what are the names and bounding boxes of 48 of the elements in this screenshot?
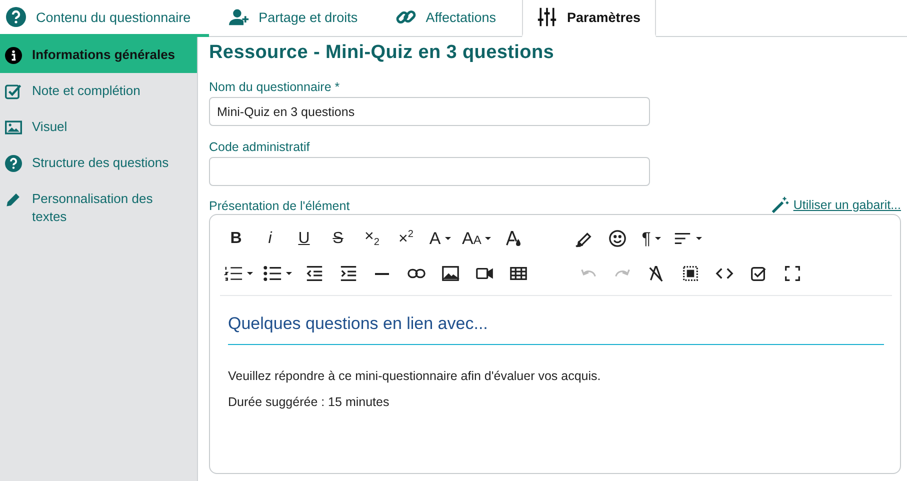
pencil-icon bbox=[5, 191, 22, 208]
ul-icon bbox=[263, 264, 282, 283]
fullscreen-icon bbox=[782, 264, 802, 283]
checkbox-icon bbox=[748, 264, 768, 283]
image-icon bbox=[5, 119, 22, 136]
page-title: Ressource - Mini-Quiz en 3 questions bbox=[209, 42, 556, 64]
sidebar-item[interactable]: Informations générales bbox=[0, 37, 197, 73]
question-icon bbox=[5, 155, 22, 172]
info-icon bbox=[5, 47, 22, 64]
tab[interactable]: Partage et droits bbox=[208, 0, 376, 37]
font-button[interactable]: A bbox=[424, 224, 456, 254]
sidebar-item[interactable]: Note et complétion bbox=[0, 73, 197, 109]
question-icon bbox=[6, 7, 26, 27]
selectall-icon bbox=[680, 264, 700, 283]
strike-button[interactable]: S bbox=[322, 224, 354, 254]
sliders-icon bbox=[536, 7, 557, 27]
outdent-icon bbox=[304, 264, 324, 283]
content-paragraph: Durée suggérée : 15 minutes bbox=[228, 395, 390, 409]
indent-icon bbox=[338, 264, 358, 283]
ol-icon bbox=[224, 264, 243, 283]
input-field[interactable] bbox=[209, 157, 650, 186]
tab[interactable]: Affectations bbox=[376, 0, 514, 37]
clear-icon bbox=[646, 264, 666, 283]
template-link[interactable]: Utiliser un gabarit... bbox=[771, 196, 901, 214]
image-icon bbox=[440, 264, 460, 283]
user-add-icon bbox=[228, 7, 249, 27]
input-field[interactable]: Mini-Quiz en 3 questions bbox=[209, 97, 650, 126]
magic-wand-icon bbox=[771, 196, 790, 214]
bold-button[interactable]: B bbox=[220, 224, 252, 254]
checkbox-icon bbox=[5, 83, 22, 100]
table-icon bbox=[508, 264, 528, 283]
content-heading: Quelques questions en lien avec... bbox=[228, 314, 884, 345]
paragraph-button[interactable]: ¶ bbox=[635, 224, 668, 254]
size-button[interactable]: AA bbox=[458, 224, 496, 254]
sup-button[interactable]: ×$^{2}$ bbox=[390, 224, 422, 254]
content-paragraph: Veuillez répondre à ce mini-questionnaire afin d'évaluer vos acquis. bbox=[228, 369, 602, 383]
underline-button[interactable]: U bbox=[288, 224, 320, 254]
sidebar-item[interactable]: Visuel bbox=[0, 109, 197, 145]
tab[interactable]: Paramètres bbox=[522, 0, 656, 37]
emoji-icon bbox=[608, 229, 627, 248]
field-label: Présentation de l'élément bbox=[209, 199, 350, 213]
sidebar-item[interactable]: Structure des questions bbox=[0, 145, 197, 181]
field-label: Code administratif bbox=[209, 140, 311, 154]
sub-button[interactable]: ×$_{2}$ bbox=[356, 224, 388, 254]
textcolor-icon bbox=[504, 229, 523, 248]
italic-button[interactable]: i bbox=[254, 224, 286, 254]
sidebar-item[interactable]: Personnalisation des textes bbox=[0, 181, 197, 235]
field-label: Nom du questionnaire * bbox=[209, 80, 341, 94]
